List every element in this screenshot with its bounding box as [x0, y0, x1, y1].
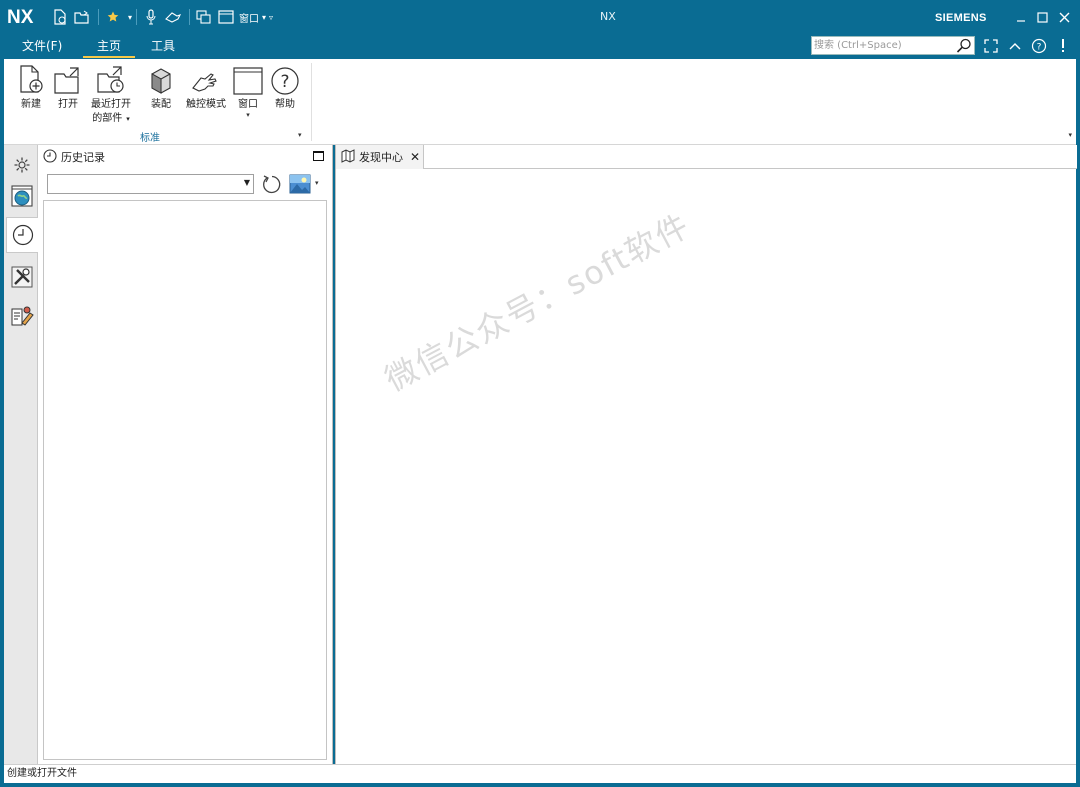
microphone-icon[interactable] — [141, 7, 161, 27]
recent-parts-label-line2: 的部件 — [92, 113, 123, 124]
window-dropdown-icon[interactable]: ▾ — [262, 13, 266, 22]
new-file-icon[interactable] — [50, 7, 70, 27]
svg-text:?: ? — [280, 72, 289, 92]
tools-icon[interactable] — [6, 259, 37, 295]
notification-icon[interactable] — [1054, 37, 1072, 55]
recent-parts-label: 最近打开 的部件 ▾ — [89, 98, 133, 126]
discovery-center-icon — [341, 148, 355, 166]
tab-label: 发现中心 — [359, 151, 403, 164]
window-label: 窗口 — [238, 99, 258, 110]
new-label: 新建 — [21, 99, 41, 110]
tab-tools[interactable]: 工具 — [151, 37, 175, 57]
window-border — [0, 783, 1080, 787]
history-filter-select[interactable]: ▼ — [47, 174, 254, 194]
quick-access-toolbar: ▾ 窗口 ▾ ▿ — [50, 7, 273, 27]
chevron-down-icon[interactable]: ▼ — [244, 178, 250, 187]
resource-bar — [4, 145, 38, 764]
recent-parts-button[interactable]: 最近打开 的部件 ▾ — [89, 62, 133, 126]
chevron-down-icon[interactable]: ▾ — [126, 115, 130, 123]
assembly-button[interactable]: 装配 — [146, 62, 176, 112]
command-search — [811, 36, 975, 55]
favorite-dropdown-icon[interactable]: ▾ — [128, 13, 132, 22]
help-icon: ? — [269, 62, 301, 96]
assembly-label: 装配 — [151, 99, 171, 110]
search-icon[interactable] — [956, 38, 972, 57]
status-bar: 创建或打开文件 — [4, 764, 1076, 783]
new-button[interactable]: 新建 — [16, 62, 46, 112]
refresh-icon[interactable] — [261, 172, 283, 196]
recent-parts-icon — [89, 62, 133, 96]
window-title: NX — [600, 10, 616, 23]
panel-header: 历史记录 — [43, 148, 105, 166]
minimize-icon[interactable] — [1012, 8, 1030, 26]
separator — [98, 9, 99, 25]
assembly-icon — [146, 62, 176, 96]
view-dropdown-icon[interactable]: ▾ — [315, 179, 319, 187]
group-separator — [311, 63, 312, 141]
history-panel: 历史记录 ▼ ▾ — [38, 145, 333, 764]
favorite-star-icon[interactable] — [103, 7, 123, 27]
window-icon — [232, 62, 264, 96]
help-label: 帮助 — [275, 99, 295, 110]
window-icon[interactable] — [216, 7, 236, 27]
roles-icon[interactable] — [6, 299, 37, 335]
history-icon[interactable] — [6, 217, 38, 253]
maximize-panel-icon[interactable] — [313, 151, 324, 161]
separator — [136, 9, 138, 25]
touch-mode-icon[interactable] — [163, 7, 183, 27]
window-menu-label[interactable]: 窗口 — [239, 10, 259, 25]
close-tab-icon[interactable]: ✕ — [410, 150, 420, 164]
full-screen-icon[interactable] — [982, 37, 1000, 55]
touch-mode-icon — [184, 62, 228, 96]
chevron-down-icon[interactable]: ▾ — [232, 112, 264, 119]
group-label-standard: 标准 — [140, 133, 160, 144]
open-folder-icon — [53, 62, 83, 96]
app-logo: NX — [7, 7, 34, 28]
collapse-ribbon-icon[interactable] — [1006, 37, 1024, 55]
open-label: 打开 — [58, 99, 78, 110]
web-browser-icon[interactable] — [6, 178, 37, 214]
image-view-icon[interactable] — [289, 174, 311, 194]
new-file-icon — [16, 62, 46, 96]
ribbon-options-icon[interactable]: ▾ — [1068, 131, 1072, 139]
svg-text:?: ? — [1037, 43, 1042, 53]
tab-home[interactable]: 主页 — [82, 37, 136, 58]
history-icon — [43, 148, 57, 166]
panel-title: 历史记录 — [61, 151, 105, 164]
ribbon: 新建 打开 最近打开 的部件 ▾ 装配 触控模式 窗口 ▾ ? 帮助 标准 ▾ … — [4, 59, 1076, 145]
touch-mode-label: 触控模式 — [186, 99, 226, 110]
recent-parts-label-line1: 最近打开 — [91, 99, 131, 110]
help-icon[interactable]: ? — [1030, 37, 1048, 55]
group-options-icon[interactable]: ▾ — [298, 131, 302, 139]
watermark: 微信公众号：soft软件 — [378, 205, 697, 399]
main-area: 发现中心 ✕ 微信公众号：soft软件 — [335, 145, 1077, 764]
window-button[interactable]: 窗口 ▾ — [232, 62, 264, 119]
tab-file[interactable]: 文件(F) — [22, 37, 62, 57]
document-tabs: 发现中心 ✕ — [336, 145, 1077, 169]
help-button[interactable]: ? 帮助 — [269, 62, 301, 112]
switch-window-icon[interactable] — [194, 7, 214, 27]
close-icon[interactable] — [1055, 8, 1073, 26]
touch-mode-button[interactable]: 触控模式 — [184, 62, 228, 112]
history-list[interactable] — [43, 200, 327, 760]
tab-discovery-center[interactable]: 发现中心 ✕ — [336, 145, 424, 169]
customize-toolbar-icon[interactable]: ▿ — [269, 13, 273, 22]
open-button[interactable]: 打开 — [53, 62, 83, 112]
status-text: 创建或打开文件 — [7, 768, 77, 779]
title-bar: NX ▾ 窗口 ▾ ▿ NX SIEMENS — [0, 0, 1080, 34]
search-input[interactable] — [812, 37, 952, 54]
brand-label: SIEMENS — [935, 12, 987, 24]
separator — [189, 9, 191, 25]
maximize-icon[interactable] — [1033, 8, 1051, 26]
open-folder-icon[interactable] — [72, 7, 92, 27]
